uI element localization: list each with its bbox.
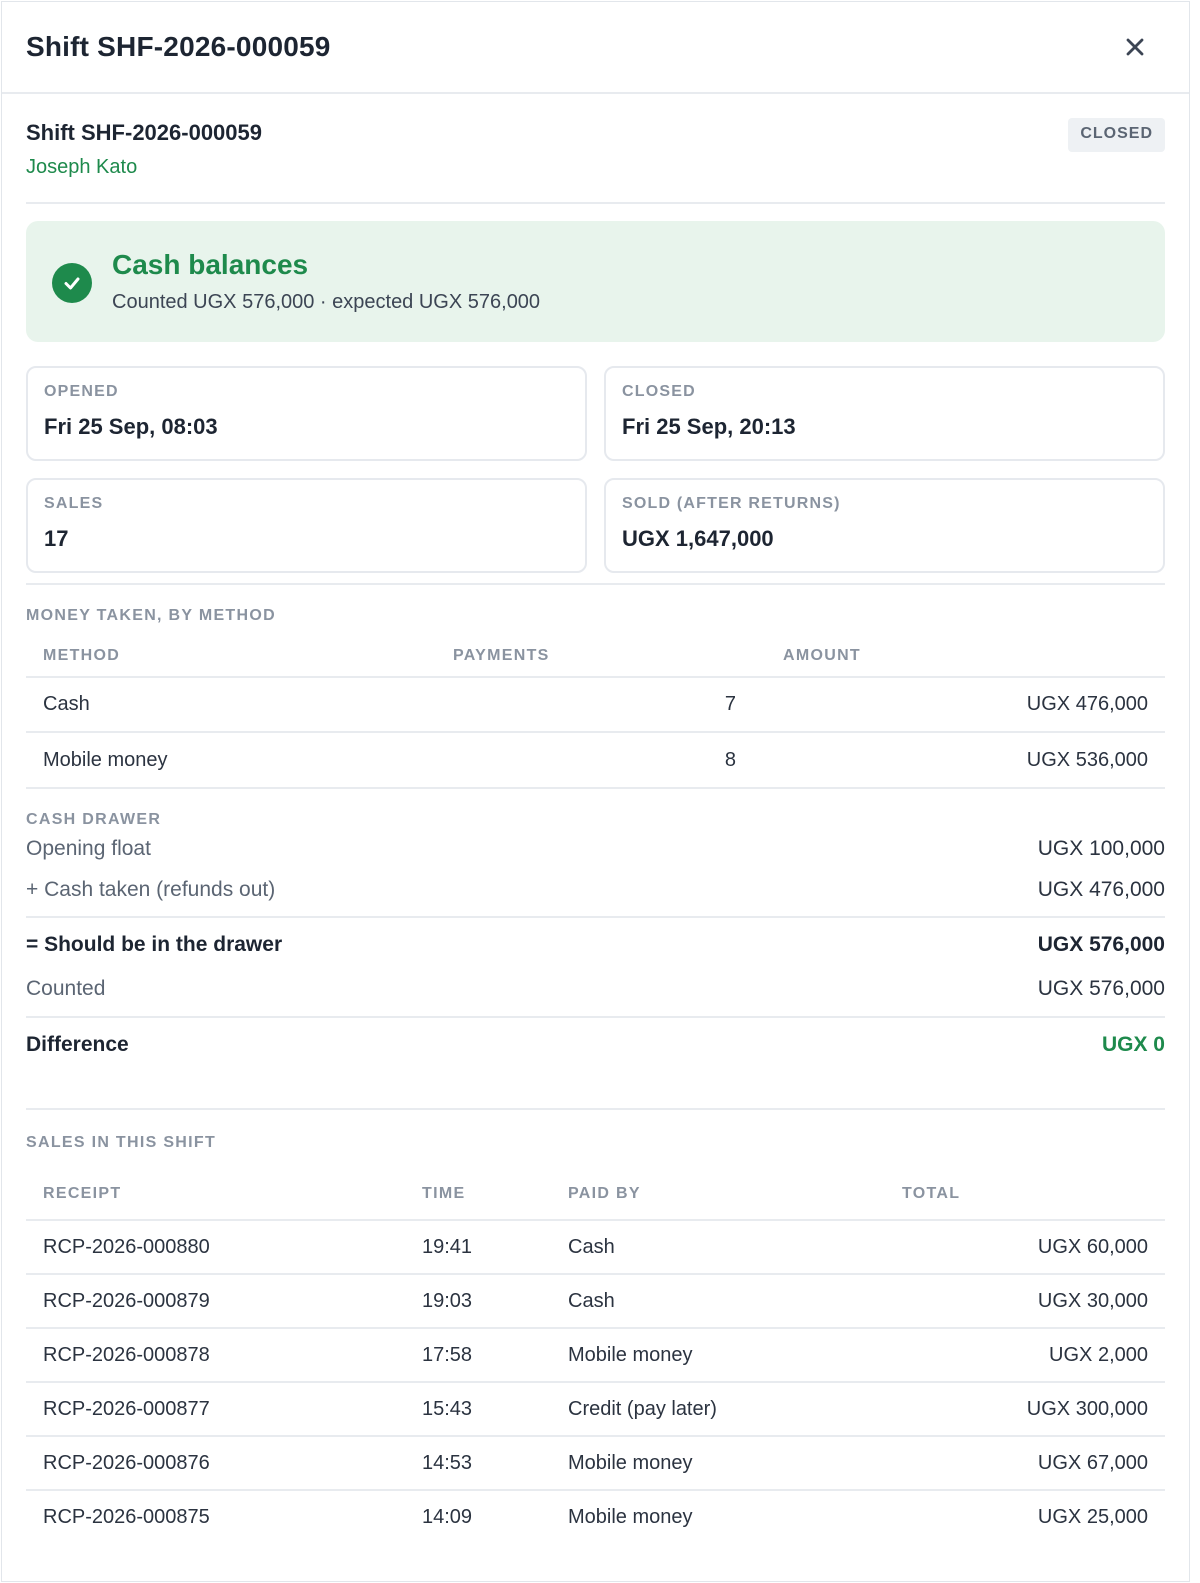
receipt-cell: RCP-2026-000879 — [26, 1273, 405, 1328]
total-cell: UGX 67,000 — [885, 1435, 1165, 1490]
paid-by-cell: Mobile money — [551, 1435, 885, 1490]
shift-detail-panel: Shift SHF-2026-000059 Shift SHF-2026-000… — [1, 1, 1190, 1582]
col-total: TOTAL — [902, 1184, 961, 1202]
expected-drawer-label: = Should be in the drawer — [26, 933, 283, 956]
difference-line: Difference UGX 0 — [26, 1033, 1165, 1057]
total-cell: UGX 60,000 — [885, 1219, 1165, 1274]
stat-label: SALES — [44, 495, 104, 512]
time-cell: 19:03 — [405, 1273, 551, 1328]
method-cell: Cash — [26, 676, 436, 732]
close-icon — [1126, 38, 1144, 56]
receipt-cell: RCP-2026-000880 — [26, 1219, 405, 1274]
panel-header: Shift SHF-2026-000059 — [2, 2, 1189, 94]
total-cell: UGX 25,000 — [885, 1489, 1165, 1544]
cashier-name: Joseph Kato — [26, 156, 138, 178]
stat-label: SOLD (AFTER RETURNS) — [622, 495, 841, 512]
receipt-cell: RCP-2026-000875 — [26, 1489, 405, 1544]
sales-table: RECEIPT TIME PAID BY TOTAL RCP-2026-0008… — [26, 1168, 1165, 1544]
paid-by-cell: Mobile money — [551, 1489, 885, 1544]
total-cell: UGX 2,000 — [885, 1327, 1165, 1382]
paid-by-cell: Credit (pay later) — [551, 1381, 885, 1436]
drawer-section-label: CASH DRAWER — [26, 811, 162, 828]
table-row[interactable]: RCP-2026-000879 19:03 Cash UGX 30,000 — [26, 1273, 1165, 1328]
paid-by-cell: Cash — [551, 1219, 885, 1274]
divider — [26, 583, 1165, 585]
cash-taken-value: UGX 476,000 — [1037, 878, 1165, 901]
total-cell: UGX 300,000 — [885, 1381, 1165, 1436]
opening-float-label: Opening float — [26, 837, 151, 860]
divider — [26, 787, 1165, 789]
stat-opened: OPENED Fri 25 Sep, 08:03 — [26, 366, 587, 461]
amount-cell: UGX 476,000 — [766, 676, 1165, 732]
counted-line: Counted UGX 576,000 — [26, 977, 1165, 1016]
stat-label: CLOSED — [622, 383, 696, 400]
status-badge: CLOSED — [1068, 118, 1165, 152]
counted-label: Counted — [26, 977, 106, 1000]
time-cell: 15:43 — [405, 1381, 551, 1436]
methods-table: METHOD PAYMENTS AMOUNT Cash 7 UGX 476,00… — [26, 635, 1165, 787]
amount-cell: UGX 536,000 — [766, 731, 1165, 787]
table-row: Cash 7 UGX 476,000 — [26, 676, 1165, 732]
stat-value: UGX 1,647,000 — [622, 526, 774, 551]
time-cell: 14:09 — [405, 1489, 551, 1544]
table-row[interactable]: RCP-2026-000876 14:53 Mobile money UGX 6… — [26, 1435, 1165, 1490]
table-row[interactable]: RCP-2026-000880 19:41 Cash UGX 60,000 — [26, 1219, 1165, 1274]
col-amount: AMOUNT — [783, 646, 862, 664]
panel-title: Shift SHF-2026-000059 — [26, 31, 331, 62]
stat-sold-after-returns: SOLD (AFTER RETURNS) UGX 1,647,000 — [604, 478, 1165, 573]
difference-value: UGX 0 — [1101, 1033, 1165, 1056]
receipt-cell: RCP-2026-000876 — [26, 1435, 405, 1490]
close-button[interactable] — [1115, 27, 1155, 67]
method-cell: Mobile money — [26, 731, 436, 787]
col-time: TIME — [422, 1184, 466, 1202]
total-cell: UGX 30,000 — [885, 1273, 1165, 1328]
opening-float-value: UGX 100,000 — [1037, 837, 1165, 860]
check-circle-icon — [52, 262, 92, 303]
stat-sales-count: SALES 17 — [26, 478, 587, 573]
cash-taken-label: + Cash taken (refunds out) — [26, 878, 276, 901]
table-row[interactable]: RCP-2026-000875 14:09 Mobile money UGX 2… — [26, 1489, 1165, 1544]
counted-value: UGX 576,000 — [1037, 977, 1165, 1000]
sales-section-label: SALES IN THIS SHIFT — [26, 1134, 217, 1151]
shift-name: Shift SHF-2026-000059 — [26, 120, 262, 145]
time-cell: 17:58 — [405, 1327, 551, 1382]
expected-drawer-value: UGX 576,000 — [1037, 933, 1165, 956]
payments-cell: 8 — [436, 731, 766, 787]
stat-value: 17 — [44, 526, 69, 551]
paid-by-cell: Mobile money — [551, 1327, 885, 1382]
table-header-row: RECEIPT TIME PAID BY TOTAL — [26, 1168, 1165, 1220]
shift-summary-header: Shift SHF-2026-000059 Joseph Kato CLOSED — [26, 94, 1165, 204]
stat-label: OPENED — [44, 383, 119, 400]
divider — [26, 1108, 1165, 1110]
opening-float-line: Opening float UGX 100,000 — [26, 837, 1165, 861]
shift-stats-grid: OPENED Fri 25 Sep, 08:03 CLOSED Fri 25 S… — [26, 366, 1165, 573]
stat-value: Fri 25 Sep, 08:03 — [44, 414, 218, 439]
expected-drawer-line: = Should be in the drawer UGX 576,000 — [26, 933, 1165, 957]
col-receipt: RECEIPT — [43, 1184, 122, 1202]
table-header-row: METHOD PAYMENTS AMOUNT — [26, 635, 1165, 677]
divider — [26, 1016, 1165, 1018]
col-paid-by: PAID BY — [568, 1184, 641, 1202]
balance-subtitle: Counted UGX 576,000 · expected UGX 576,0… — [112, 291, 541, 313]
difference-label: Difference — [26, 1033, 129, 1056]
paid-by-cell: Cash — [551, 1273, 885, 1328]
methods-section-label: MONEY TAKEN, BY METHOD — [26, 607, 276, 624]
receipt-cell: RCP-2026-000877 — [26, 1381, 405, 1436]
table-row: Mobile money 8 UGX 536,000 — [26, 731, 1165, 787]
stat-closed: CLOSED Fri 25 Sep, 20:13 — [604, 366, 1165, 461]
table-row[interactable]: RCP-2026-000878 17:58 Mobile money UGX 2… — [26, 1327, 1165, 1382]
cash-taken-line: + Cash taken (refunds out) UGX 476,000 — [26, 878, 1165, 916]
table-row[interactable]: RCP-2026-000877 15:43 Credit (pay later)… — [26, 1381, 1165, 1436]
col-method: METHOD — [43, 646, 121, 664]
time-cell: 19:41 — [405, 1219, 551, 1274]
payments-cell: 7 — [436, 676, 766, 732]
time-cell: 14:53 — [405, 1435, 551, 1490]
divider — [26, 916, 1165, 918]
col-payments: PAYMENTS — [453, 646, 550, 664]
balance-title: Cash balances — [112, 249, 309, 280]
cash-balance-card: Cash balances Counted UGX 576,000 · expe… — [26, 221, 1165, 342]
receipt-cell: RCP-2026-000878 — [26, 1327, 405, 1382]
stat-value: Fri 25 Sep, 20:13 — [622, 414, 796, 439]
